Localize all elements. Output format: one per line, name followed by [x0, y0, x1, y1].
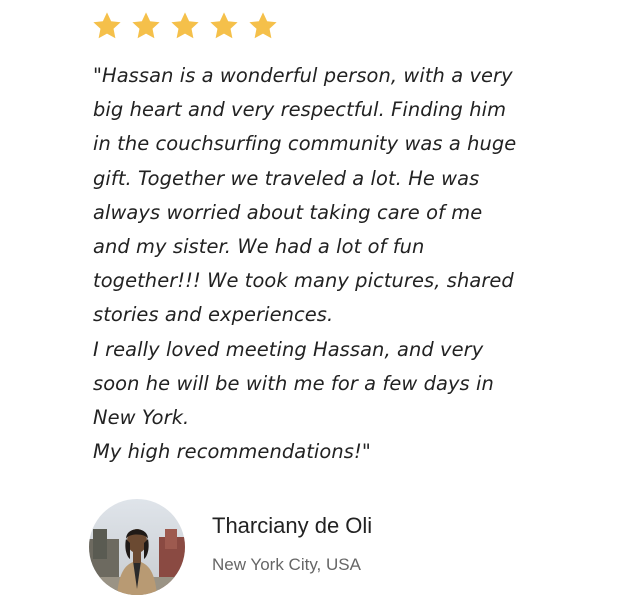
- quote-line: gift. Together we traveled a lot. He was: [93, 166, 480, 190]
- quote-line: stories and experiences.: [93, 303, 334, 327]
- quote-line: soon he will be with me for a few days i…: [93, 371, 494, 395]
- person-photo-icon: [89, 499, 185, 595]
- author-avatar: [89, 499, 185, 595]
- star-icon: [132, 12, 160, 39]
- star-icon: [171, 12, 199, 39]
- quote-line: big heart and very respectful. Finding h…: [93, 98, 507, 122]
- star-icon: [93, 12, 121, 39]
- star-icon: [249, 12, 277, 39]
- quote-line: New York.: [93, 406, 190, 430]
- star-rating: [91, 10, 279, 42]
- author-location: New York City, USA: [212, 555, 361, 574]
- quote-line: I really loved meeting Hassan, and very: [93, 337, 484, 361]
- quote-line: and my sister. We had a lot of fun: [93, 235, 425, 259]
- testimonial-quote: "Hassan is a wonderful person, with a ve…: [93, 59, 573, 469]
- quote-line: My high recommendations!": [93, 440, 371, 464]
- quote-line: "Hassan is a wonderful person, with a ve…: [93, 64, 513, 87]
- testimonial-card: "Hassan is a wonderful person, with a ve…: [0, 0, 639, 605]
- star-icon: [210, 12, 238, 39]
- quote-line: together!!! We took many pictures, share…: [93, 269, 514, 293]
- quote-line: in the couchsurfing community was a huge: [93, 132, 517, 156]
- quote-line: always worried about taking care of me: [93, 200, 483, 224]
- author-name: Tharciany de Oli: [212, 513, 373, 538]
